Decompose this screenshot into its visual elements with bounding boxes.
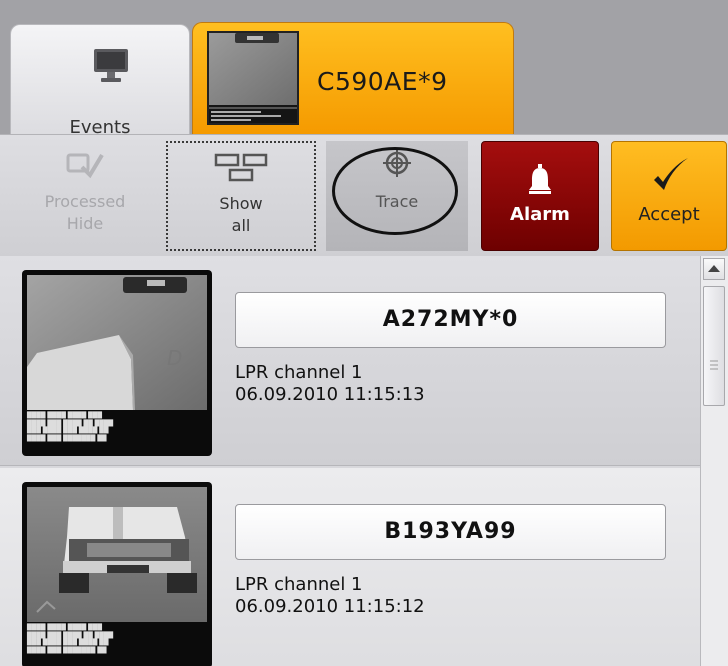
processed-hide-button[interactable]: Processed Hide [14,141,156,251]
scroll-up-button[interactable] [703,258,725,280]
event-photo: D ████ ████ ████ ███ ████ ███ ████ ██ ██… [22,270,212,456]
alarm-label: Alarm [510,204,570,225]
processed-hide-line1: Processed [44,192,126,211]
processed-hide-line2: Hide [66,214,104,233]
event-channel: LPR channel 1 [235,574,363,595]
tab-plate-c590ae9[interactable]: C590AE*9 [192,22,514,134]
event-photo: ████ ████ ████ ███ ████ ███ ████ ██ ████… [22,482,212,666]
bell-icon [529,164,551,194]
plate-number: A272MY*0 [235,292,666,348]
event-timestamp: 06.09.2010 11:15:12 [235,596,425,617]
monitor-icon [94,49,128,82]
list-item[interactable]: D ████ ████ ████ ███ ████ ███ ████ ██ ██… [0,256,700,466]
lpr-events-window: Events C590AE*9 Processed Hide Show all … [0,0,728,666]
parking-scene-image: D [27,275,207,410]
windows-icon [214,153,268,182]
vertical-scrollbar[interactable] [700,256,728,666]
event-list: D ████ ████ ████ ███ ████ ███ ████ ██ ██… [0,256,700,666]
van-scene-image [27,487,207,622]
event-timestamp: 06.09.2010 11:15:13 [235,384,425,405]
show-all-button[interactable]: Show all [166,141,316,251]
alarm-button[interactable]: Alarm [481,141,599,251]
check-doc-icon [66,153,104,179]
grip-icon [710,360,718,370]
photo-caption: ████ ████ ████ ███ ████ ███ ████ ██ ████… [27,412,114,442]
tab-strip: Events C590AE*9 [0,0,728,138]
svg-text:D: D [167,346,182,370]
tab-events[interactable]: Events [10,24,190,138]
show-all-line2: all [231,216,251,235]
plate-tab-label: C590AE*9 [317,67,448,96]
camera-thumbnail-image [209,33,297,121]
accept-button[interactable]: Accept [611,141,727,251]
trace-highlight-ring [332,147,458,235]
show-all-line1: Show [219,194,263,213]
checkmark-icon [654,158,688,190]
accept-label: Accept [638,204,700,225]
plate-tab-thumbnail [207,31,299,125]
toolbar: Processed Hide Show all Trace Alarm Acce… [0,134,728,256]
event-channel: LPR channel 1 [235,362,363,383]
plate-number: B193YA99 [235,504,666,560]
photo-caption: ████ ████ ████ ███ ████ ███ ████ ██ ████… [27,624,114,654]
arrow-up-icon [708,265,720,272]
trace-button[interactable]: Trace [326,141,468,251]
list-item[interactable]: ████ ████ ████ ███ ████ ███ ████ ██ ████… [0,468,700,666]
scroll-thumb[interactable] [703,286,725,406]
